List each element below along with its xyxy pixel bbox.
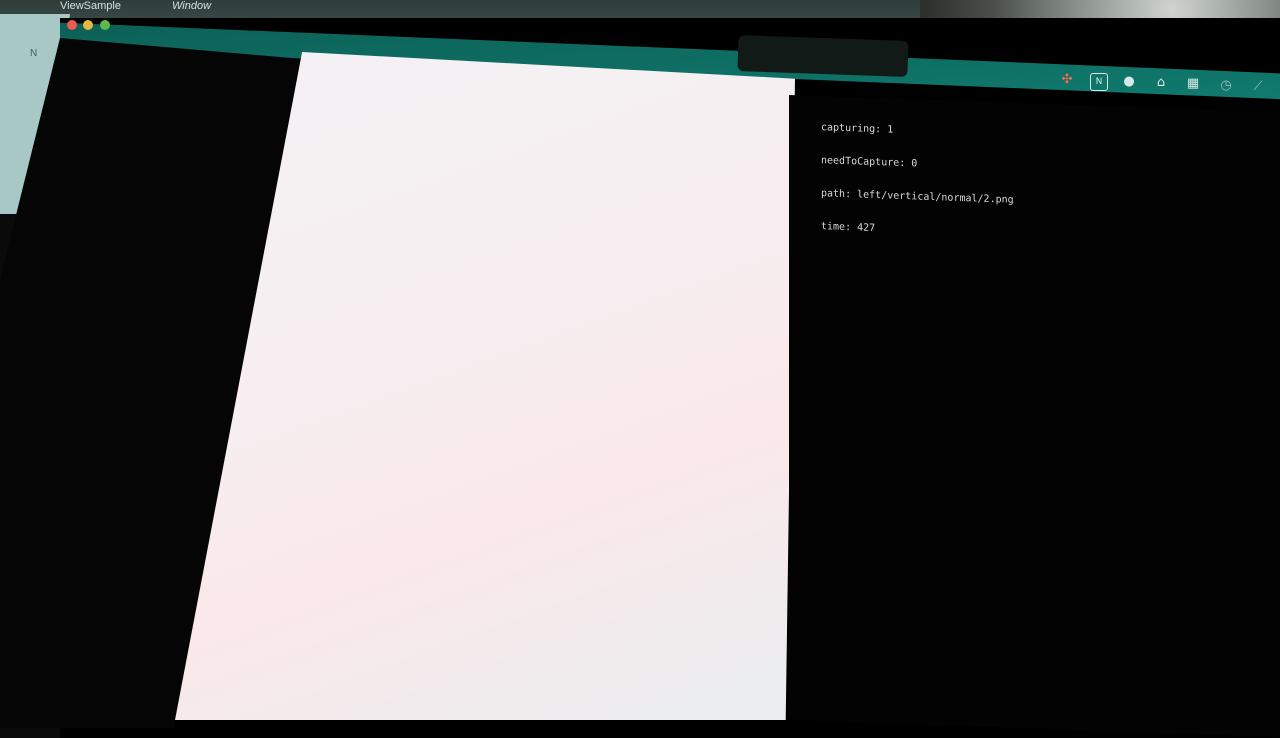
notion-icon[interactable]: N (1090, 73, 1108, 91)
menubar-status-icons: ✣ N ● ⌂ ▦ ◷ ⟋ (1055, 70, 1275, 94)
console-line-capturing: capturing: 1 (821, 122, 894, 136)
console-output: capturing: 1 needToCapture: 0 path: left… (821, 100, 1014, 261)
menu-bar: ViewSample Window (0, 0, 240, 14)
grid-icon[interactable]: ▦ (1185, 76, 1201, 92)
console-line-path: path: left/vertical/normal/2.png (821, 188, 1014, 206)
figma-icon[interactable]: ✣ (1059, 72, 1075, 88)
camera-notch (737, 35, 909, 77)
background-window-tab[interactable]: N (30, 48, 37, 59)
minimize-button[interactable] (83, 20, 93, 30)
console-line-need-to-capture: needToCapture: 0 (821, 155, 918, 170)
console-pane: capturing: 1 needToCapture: 0 path: left… (789, 95, 1280, 738)
wechat-icon[interactable]: ● (1121, 74, 1137, 90)
zoom-button[interactable] (100, 20, 110, 30)
clock-icon[interactable]: ◷ (1218, 78, 1234, 94)
console-line-time: time: 427 (821, 221, 876, 235)
menu-window[interactable]: Window (172, 0, 211, 12)
cloud-icon[interactable]: ⌂ (1153, 75, 1169, 91)
close-button[interactable] (67, 20, 77, 30)
menu-app-name[interactable]: ViewSample (60, 0, 121, 12)
slash-icon[interactable]: ⟋ (1250, 79, 1266, 95)
